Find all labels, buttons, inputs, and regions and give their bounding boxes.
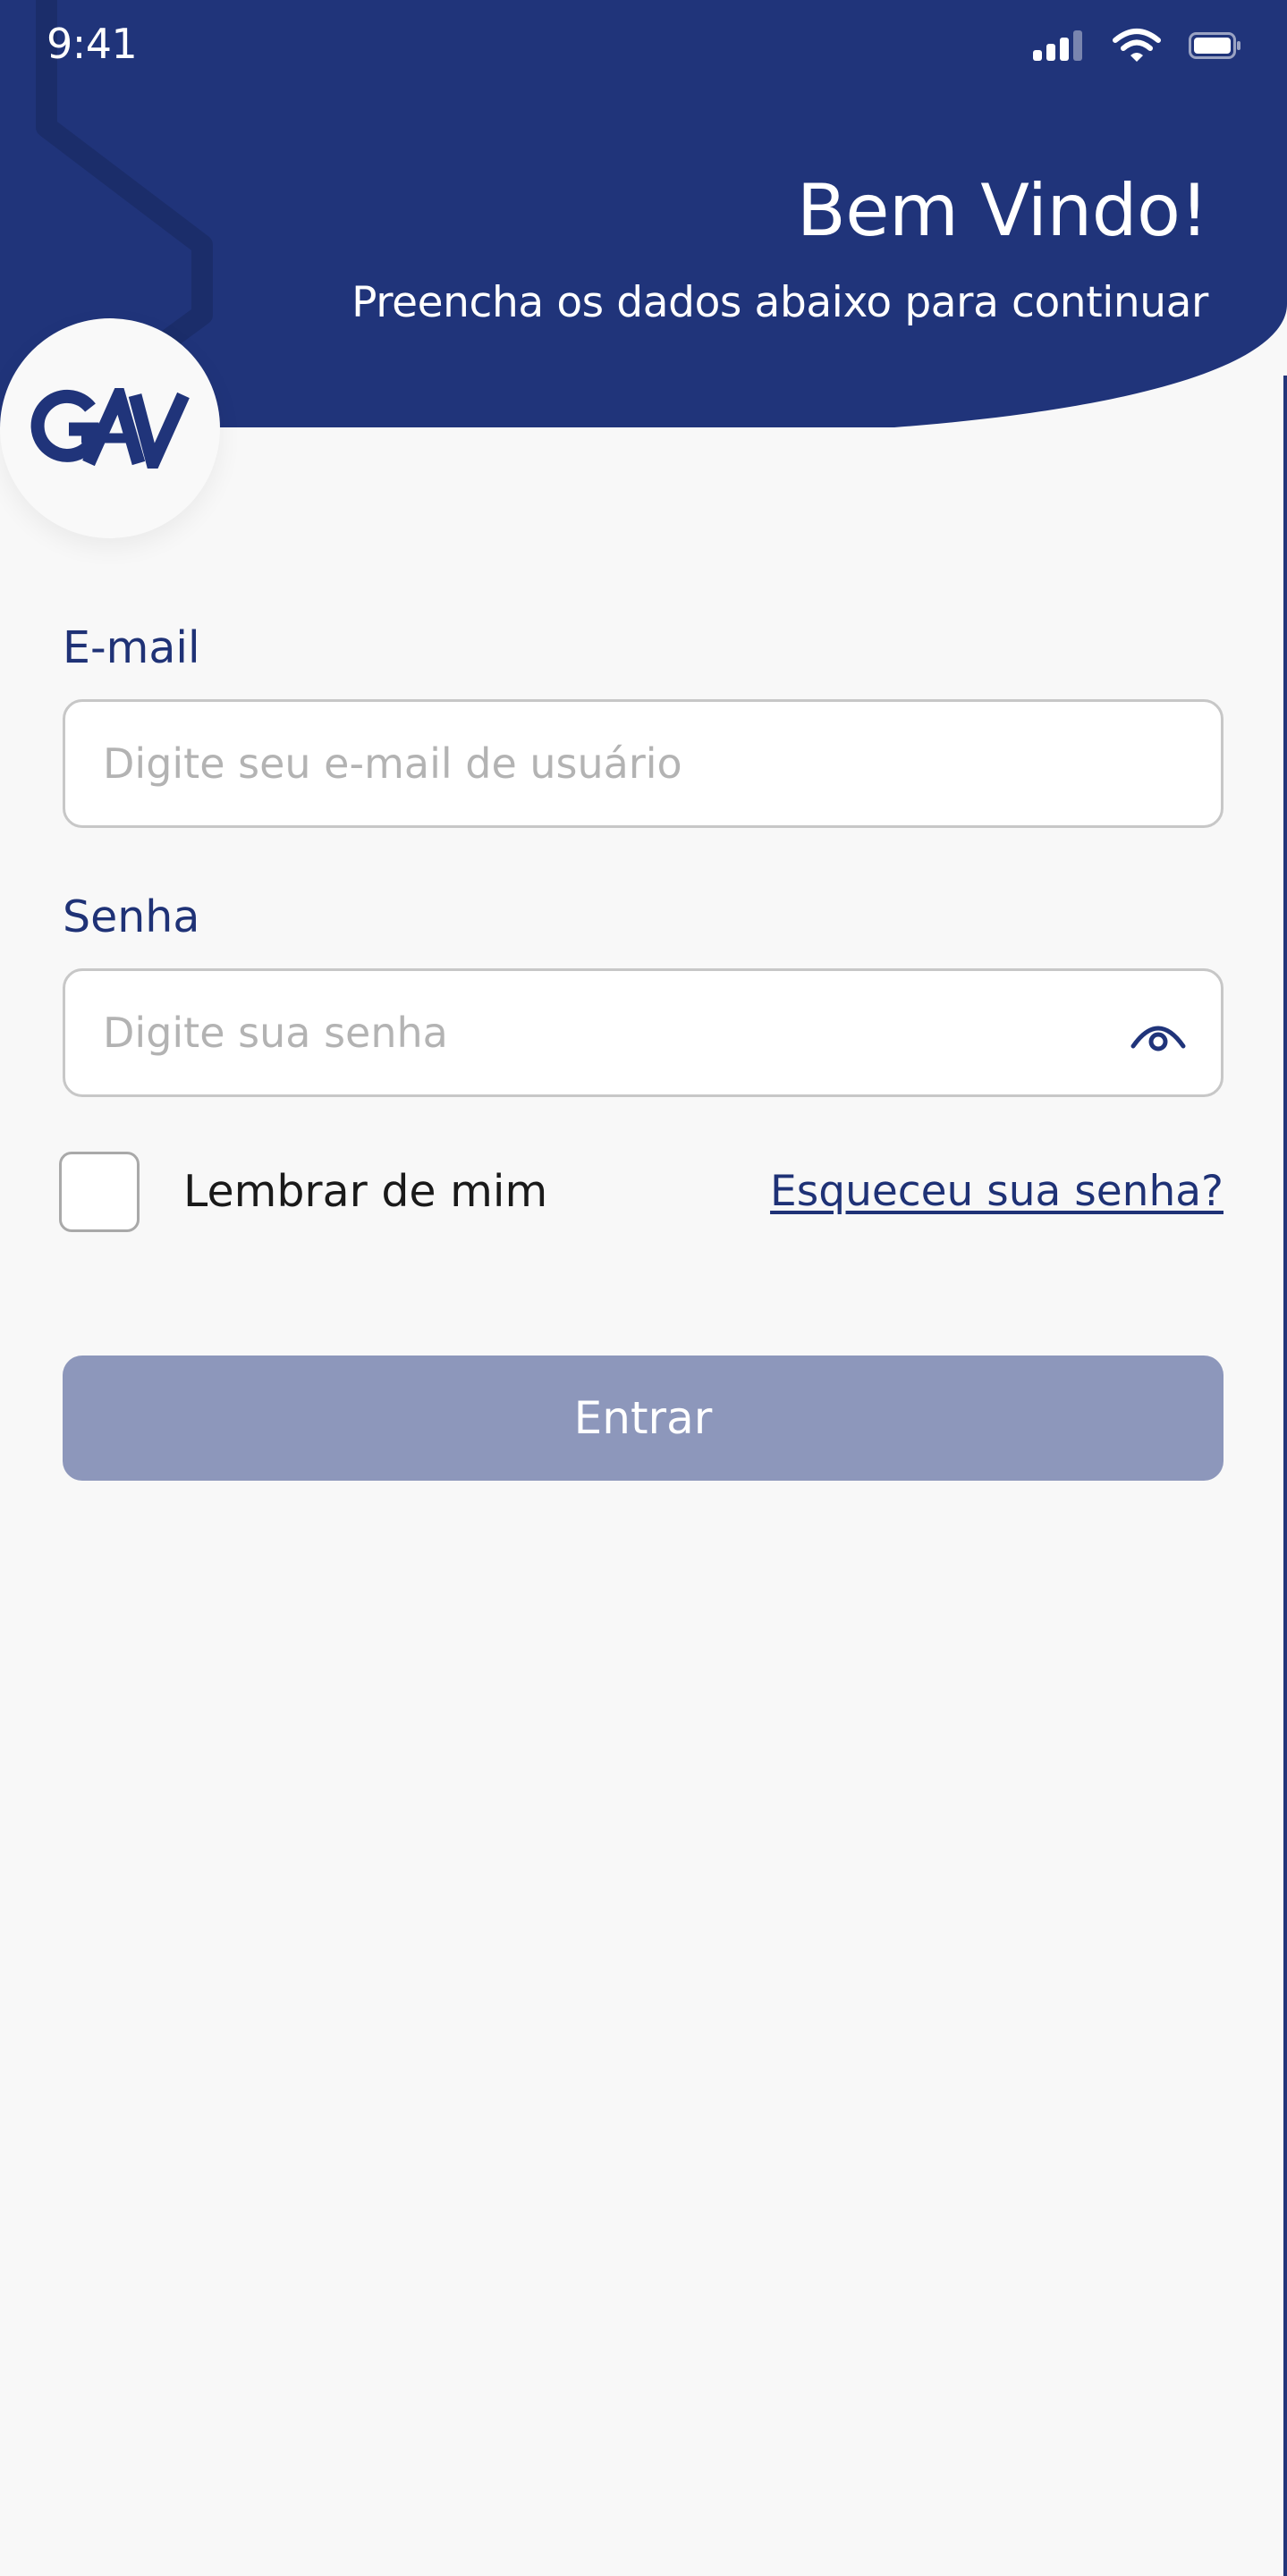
right-edge-divider <box>1283 376 1287 2576</box>
status-icons <box>1033 20 1240 72</box>
signal-bars-icon <box>1033 30 1082 61</box>
login-button[interactable]: Entrar <box>63 1356 1223 1481</box>
password-field-container <box>63 968 1223 1097</box>
email-input[interactable] <box>103 702 1115 825</box>
eye-icon <box>1130 1026 1186 1052</box>
logo-badge <box>0 318 220 538</box>
wifi-icon <box>1113 29 1161 62</box>
show-password-button[interactable] <box>1126 1003 1190 1068</box>
password-input[interactable] <box>103 971 1115 1094</box>
remember-me-checkbox[interactable] <box>59 1152 140 1232</box>
welcome-subtitle: Preencha os dados abaixo para continuar <box>351 278 1208 327</box>
email-field-container <box>63 699 1223 828</box>
forgot-password-link[interactable]: Esqueceu sua senha? <box>770 1165 1223 1219</box>
welcome-title: Bem Vindo! <box>796 169 1209 252</box>
password-label: Senha <box>63 891 200 942</box>
remember-me-label: Lembrar de mim <box>183 1166 548 1217</box>
status-time: 9:41 <box>47 20 138 68</box>
gav-logo <box>30 388 190 469</box>
email-label: E-mail <box>63 622 200 673</box>
battery-icon <box>1189 32 1240 59</box>
